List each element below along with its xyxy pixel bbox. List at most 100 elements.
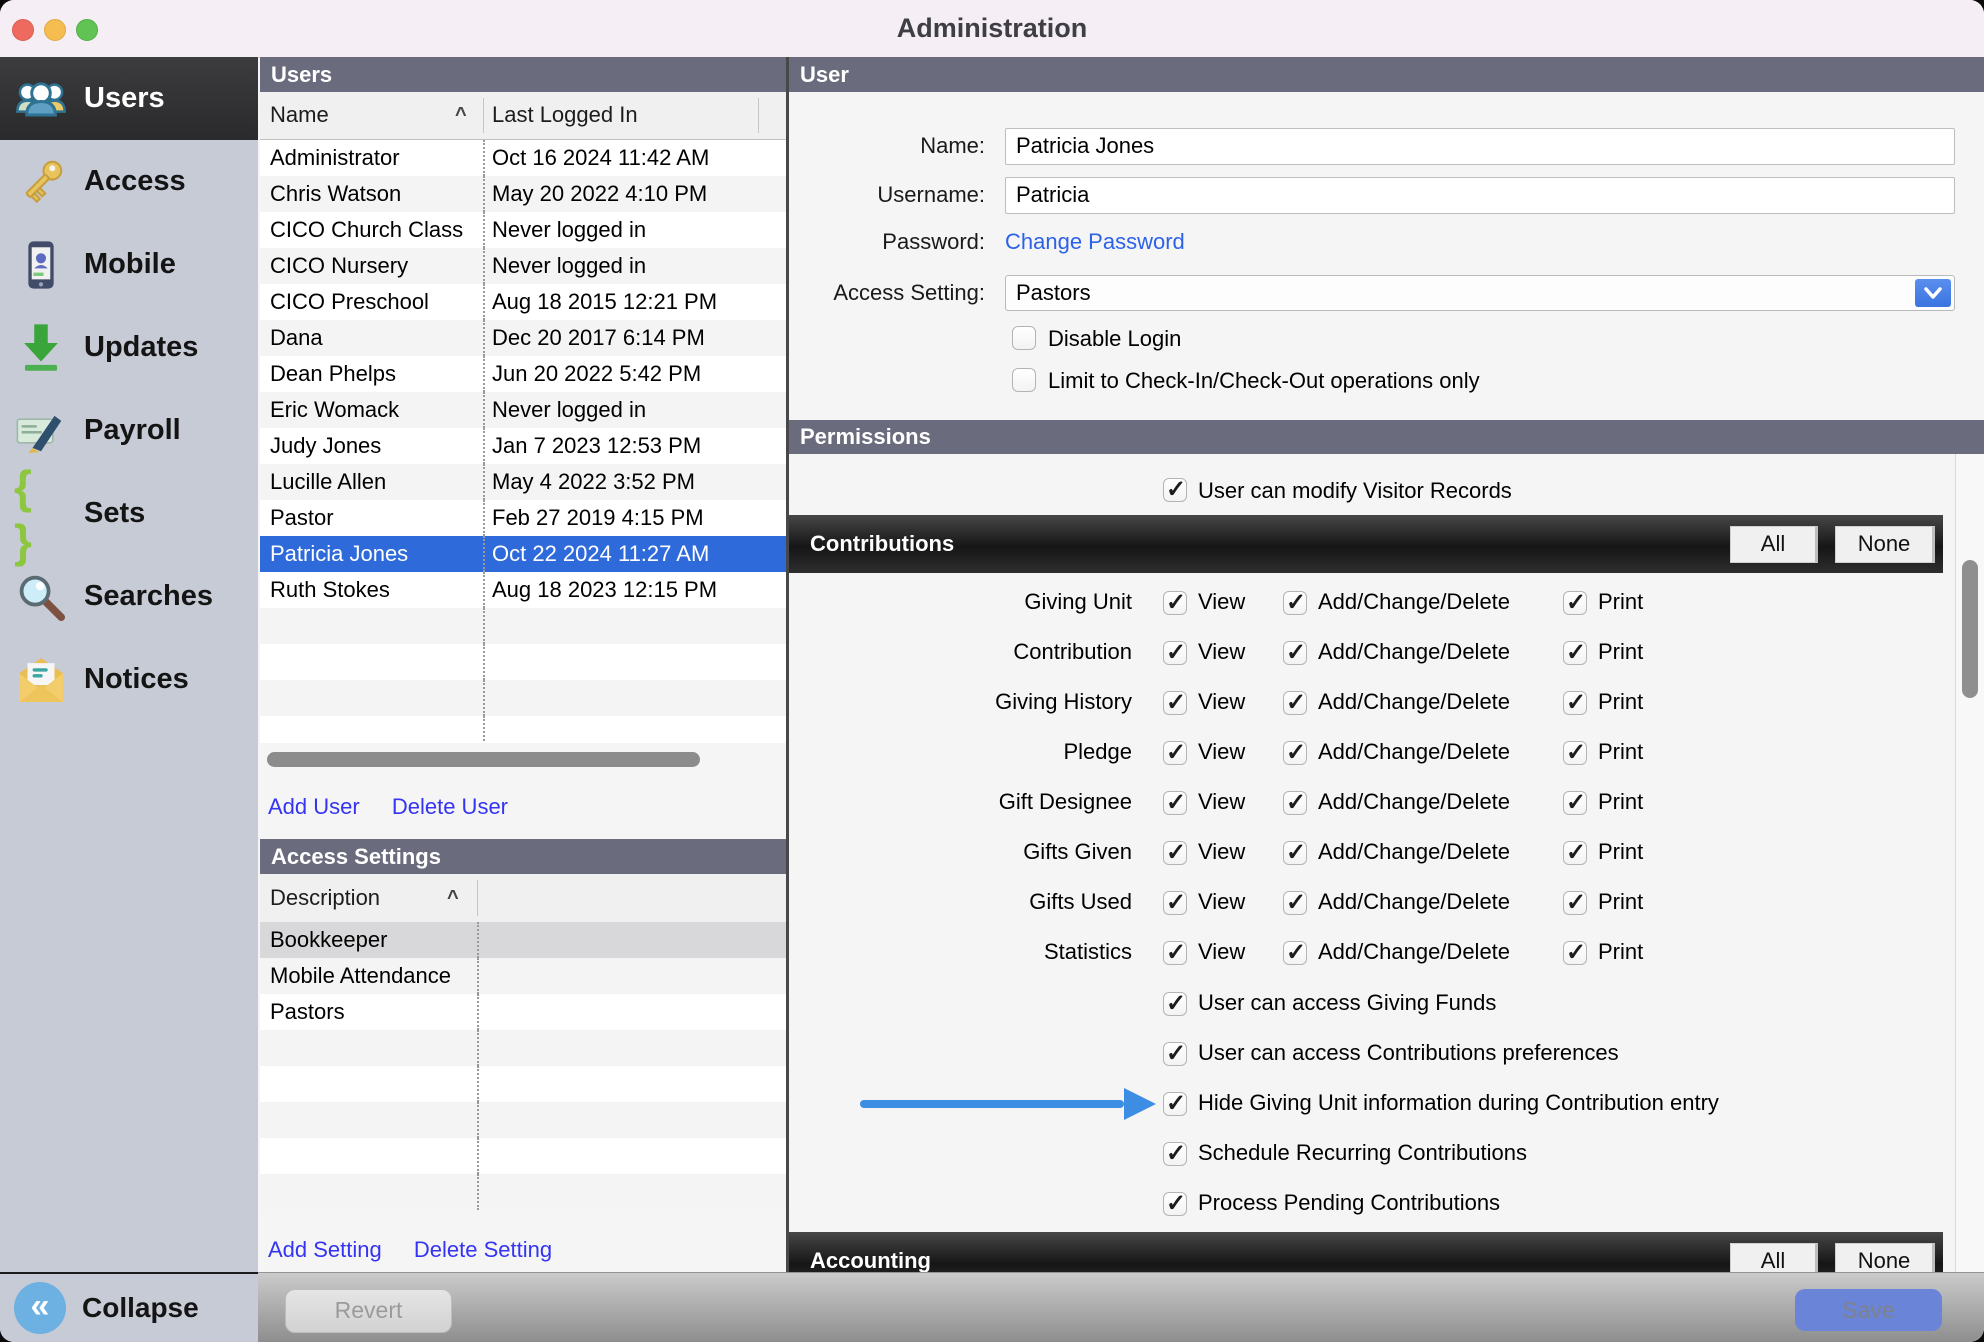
chevron-down-icon[interactable] bbox=[1915, 279, 1951, 307]
print-checkbox[interactable] bbox=[1563, 591, 1587, 615]
disable-login-checkbox[interactable] bbox=[1012, 326, 1036, 350]
table-row[interactable]: CICO PreschoolAug 18 2015 12:21 PM bbox=[260, 284, 786, 320]
contributions-all-button[interactable]: All bbox=[1730, 526, 1818, 563]
table-row[interactable]: Pastors bbox=[260, 994, 786, 1030]
add-change-delete-checkbox[interactable] bbox=[1283, 691, 1307, 715]
print-checkbox[interactable] bbox=[1563, 641, 1587, 665]
name-field[interactable]: Patricia Jones bbox=[1005, 128, 1955, 165]
add-user-link[interactable]: Add User bbox=[268, 794, 360, 819]
add-change-delete-checkbox[interactable] bbox=[1283, 641, 1307, 665]
hide-giving-unit-checkbox[interactable] bbox=[1163, 1092, 1187, 1116]
print-checkbox[interactable] bbox=[1563, 841, 1587, 865]
users-column-last-logged-in[interactable]: Last Logged In bbox=[492, 92, 638, 138]
view-checkbox[interactable] bbox=[1163, 741, 1187, 765]
checkbox-label: View bbox=[1198, 789, 1245, 815]
view-checkbox[interactable] bbox=[1163, 591, 1187, 615]
horizontal-scrollbar[interactable] bbox=[267, 752, 700, 767]
view-checkbox[interactable] bbox=[1163, 941, 1187, 965]
accounting-none-button[interactable]: None bbox=[1835, 1243, 1935, 1272]
table-row[interactable]: CICO NurseryNever logged in bbox=[260, 248, 786, 284]
view-checkbox[interactable] bbox=[1163, 691, 1187, 715]
update-arrow-icon bbox=[14, 321, 68, 375]
username-field[interactable]: Patricia bbox=[1005, 177, 1955, 214]
collapse-label: Collapse bbox=[82, 1292, 199, 1324]
change-password-link[interactable]: Change Password bbox=[1005, 229, 1185, 255]
sidebar-item-updates[interactable]: Updates bbox=[0, 306, 258, 389]
print-checkbox[interactable] bbox=[1563, 791, 1587, 815]
delete-user-link[interactable]: Delete User bbox=[392, 794, 508, 819]
add-change-delete-checkbox[interactable] bbox=[1283, 791, 1307, 815]
table-row[interactable]: Ruth StokesAug 18 2023 12:15 PM bbox=[260, 572, 786, 608]
password-label: Password: bbox=[789, 229, 985, 255]
administration-window: Administration UsersAccessMobileUpdatesP… bbox=[0, 0, 1984, 1342]
description-column[interactable]: Description bbox=[270, 874, 380, 922]
sidebar-item-mobile[interactable]: Mobile bbox=[0, 223, 258, 306]
table-row[interactable]: Dean PhelpsJun 20 2022 5:42 PM bbox=[260, 356, 786, 392]
checkbox-label: View bbox=[1198, 839, 1245, 865]
print-checkbox[interactable] bbox=[1563, 691, 1587, 715]
vertical-scrollbar-thumb[interactable] bbox=[1962, 560, 1978, 698]
table-row[interactable]: DanaDec 20 2017 6:14 PM bbox=[260, 320, 786, 356]
access-contributions-preferences-checkbox[interactable] bbox=[1163, 1042, 1187, 1066]
table-row[interactable]: Patricia JonesOct 22 2024 11:27 AM bbox=[260, 536, 786, 572]
add-change-delete-checkbox[interactable] bbox=[1283, 941, 1307, 965]
process-pending-contributions-checkbox[interactable] bbox=[1163, 1192, 1187, 1216]
view-checkbox[interactable] bbox=[1163, 841, 1187, 865]
table-row[interactable]: Bookkeeper bbox=[260, 922, 786, 958]
collapse-icon: « bbox=[14, 1282, 66, 1334]
last-logged-in-cell: Dec 20 2017 6:14 PM bbox=[492, 320, 705, 356]
access-setting-select[interactable]: Pastors bbox=[1005, 275, 1955, 311]
checkbox-label: Process Pending Contributions bbox=[1198, 1190, 1500, 1216]
users-column-name[interactable]: Name bbox=[270, 92, 329, 138]
table-row[interactable]: CICO Church ClassNever logged in bbox=[260, 212, 786, 248]
table-row[interactable]: Eric WomackNever logged in bbox=[260, 392, 786, 428]
sort-ascending-icon: ^ bbox=[455, 92, 467, 138]
print-checkbox[interactable] bbox=[1563, 741, 1587, 765]
last-logged-in-cell: Never logged in bbox=[492, 248, 646, 284]
add-change-delete-checkbox[interactable] bbox=[1283, 741, 1307, 765]
access-giving-funds-checkbox[interactable] bbox=[1163, 992, 1187, 1016]
sidebar-item-sets[interactable]: { }Sets bbox=[0, 472, 258, 555]
last-logged-in-cell: Never logged in bbox=[492, 212, 646, 248]
table-row[interactable]: Judy JonesJan 7 2023 12:53 PM bbox=[260, 428, 786, 464]
username-label: Username: bbox=[789, 182, 985, 208]
sidebar-item-users[interactable]: Users bbox=[0, 57, 258, 140]
modify-visitor-records-checkbox[interactable] bbox=[1163, 478, 1187, 502]
limit-checkin-checkout-checkbox[interactable] bbox=[1012, 368, 1036, 392]
print-checkbox[interactable] bbox=[1563, 941, 1587, 965]
add-change-delete-checkbox[interactable] bbox=[1283, 841, 1307, 865]
table-row bbox=[260, 716, 786, 743]
contributions-section-bar: Contributions All None bbox=[789, 515, 1943, 573]
save-button[interactable]: Save bbox=[1795, 1289, 1942, 1331]
table-row[interactable]: Mobile Attendance bbox=[260, 958, 786, 994]
user-name-cell: Dean Phelps bbox=[270, 356, 476, 392]
sidebar-item-searches[interactable]: Searches bbox=[0, 555, 258, 638]
add-change-delete-checkbox[interactable] bbox=[1283, 591, 1307, 615]
table-row[interactable]: PastorFeb 27 2019 4:15 PM bbox=[260, 500, 786, 536]
revert-button[interactable]: Revert bbox=[285, 1289, 452, 1333]
schedule-recurring-contributions-checkbox[interactable] bbox=[1163, 1142, 1187, 1166]
users-links: Add User Delete User bbox=[268, 794, 508, 820]
accounting-all-button[interactable]: All bbox=[1730, 1243, 1818, 1272]
sidebar-item-access[interactable]: Access bbox=[0, 140, 258, 223]
sidebar-item-label: Notices bbox=[84, 663, 189, 696]
table-row[interactable]: Chris WatsonMay 20 2022 4:10 PM bbox=[260, 176, 786, 212]
description-cell: Bookkeeper bbox=[270, 922, 476, 958]
add-change-delete-checkbox[interactable] bbox=[1283, 891, 1307, 915]
collapse-button[interactable]: « Collapse bbox=[0, 1272, 258, 1342]
view-checkbox[interactable] bbox=[1163, 791, 1187, 815]
table-row[interactable]: AdministratorOct 16 2024 11:42 AM bbox=[260, 140, 786, 176]
view-checkbox[interactable] bbox=[1163, 641, 1187, 665]
search-icon bbox=[14, 570, 68, 624]
table-row bbox=[260, 1174, 786, 1210]
table-row[interactable]: Lucille AllenMay 4 2022 3:52 PM bbox=[260, 464, 786, 500]
table-row bbox=[260, 680, 786, 716]
checkbox-label: Hide Giving Unit information during Cont… bbox=[1198, 1090, 1719, 1116]
sidebar-item-notices[interactable]: Notices bbox=[0, 638, 258, 721]
view-checkbox[interactable] bbox=[1163, 891, 1187, 915]
add-setting-link[interactable]: Add Setting bbox=[268, 1237, 382, 1262]
print-checkbox[interactable] bbox=[1563, 891, 1587, 915]
user-name-cell: Eric Womack bbox=[270, 392, 476, 428]
delete-setting-link[interactable]: Delete Setting bbox=[414, 1237, 552, 1262]
contributions-none-button[interactable]: None bbox=[1835, 526, 1935, 563]
